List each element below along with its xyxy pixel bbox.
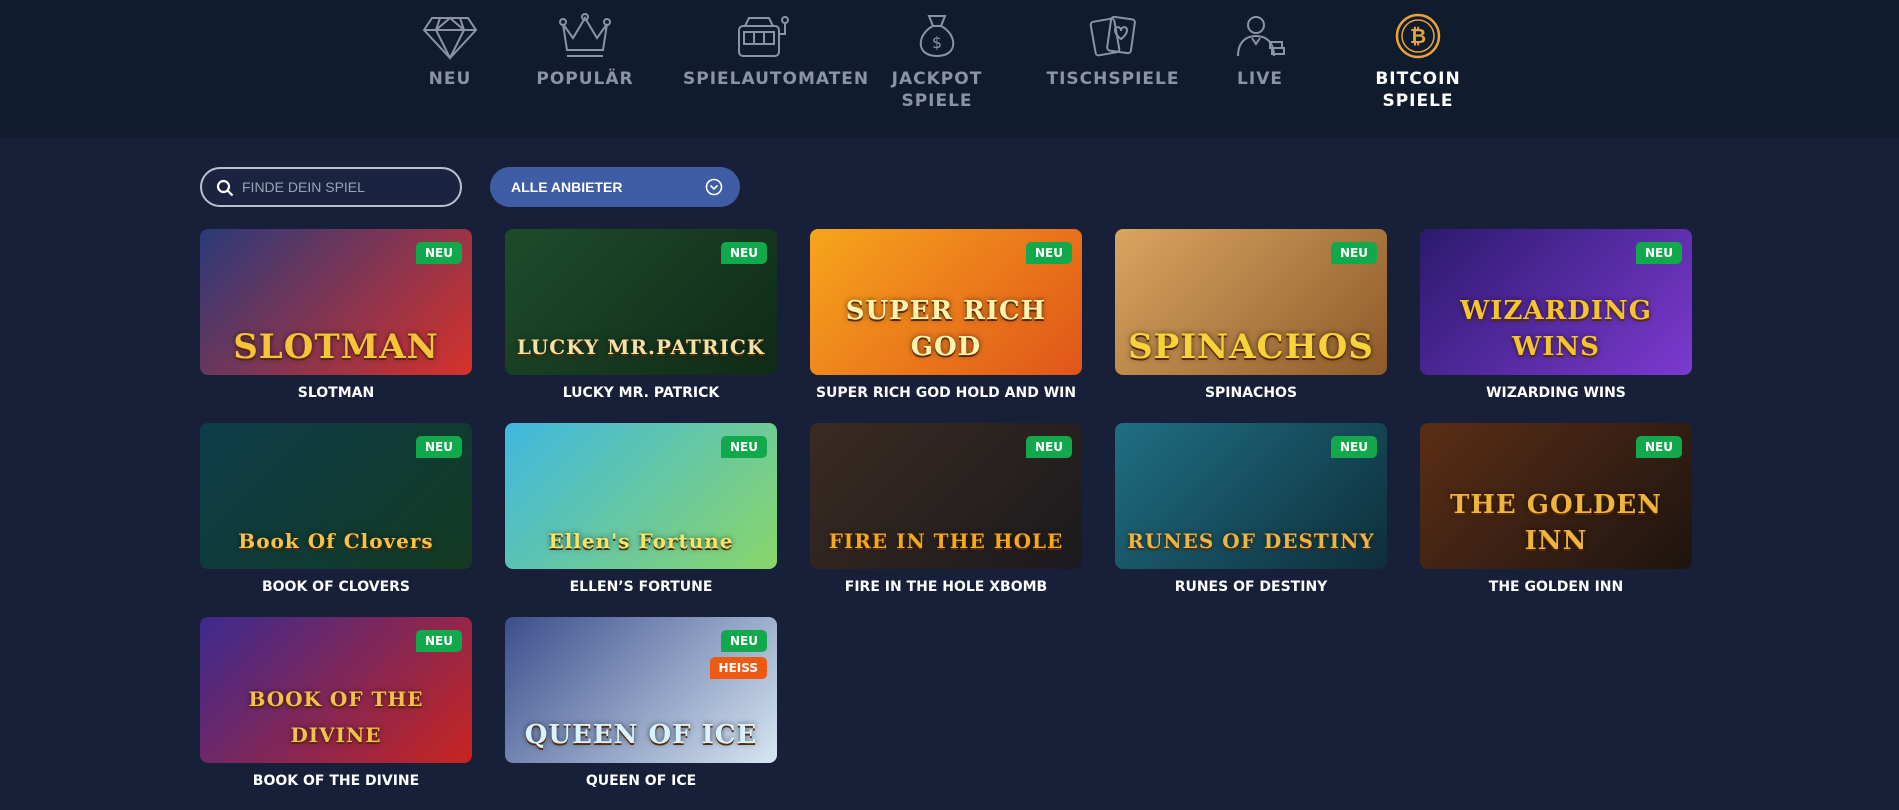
category-nav: NEU POPULÄR SPIELAUTOMATEN $ JACKPOT SPI… xyxy=(0,0,1899,138)
nav-label: POPULÄR xyxy=(536,69,634,89)
nav-item-popular[interactable]: POPULÄR xyxy=(505,12,665,90)
nav-item-live[interactable]: LIVE xyxy=(1180,12,1340,90)
nav-item-slots[interactable]: SPIELAUTOMATEN xyxy=(683,12,870,90)
game-search xyxy=(200,167,462,207)
game-logo-text: FIRE IN THE HOLE xyxy=(828,529,1064,553)
svg-text:$: $ xyxy=(932,33,942,52)
game-title[interactable]: WIZARDING WINS xyxy=(1420,385,1692,401)
game-card[interactable]: LUCKY MR.PATRICK NEU LUCKY MR. PATRICK xyxy=(505,229,777,401)
game-logo-text: RUNES OF DESTINY xyxy=(1127,529,1375,553)
game-thumbnail[interactable]: SUPER RICH GOD NEU xyxy=(810,229,1082,375)
nav-label: TISCHSPIELE xyxy=(1046,69,1180,89)
cards-icon xyxy=(1089,15,1136,57)
search-icon xyxy=(216,179,234,197)
game-thumbnail[interactable]: SPINACHOS NEU xyxy=(1115,229,1387,375)
game-title[interactable]: LUCKY MR. PATRICK xyxy=(505,385,777,401)
search-input[interactable] xyxy=(242,176,442,198)
neu-badge: NEU xyxy=(416,436,462,458)
game-thumbnail[interactable]: Ellen's Fortune NEU xyxy=(505,423,777,569)
game-title[interactable]: QUEEN OF ICE xyxy=(505,773,777,789)
game-title[interactable]: ELLEN’S FORTUNE xyxy=(505,579,777,595)
game-title[interactable]: BOOK OF THE DIVINE xyxy=(200,773,472,789)
game-thumbnail[interactable]: SLOTMAN NEU xyxy=(200,229,472,375)
game-thumbnail[interactable]: BOOK OF THE DIVINE NEU xyxy=(200,617,472,763)
dealer-icon xyxy=(1237,16,1285,57)
game-card[interactable]: THE GOLDEN INN NEU THE GOLDEN INN xyxy=(1420,423,1692,595)
game-card[interactable]: Book Of Clovers NEU BOOK OF CLOVERS xyxy=(200,423,472,595)
game-title[interactable]: THE GOLDEN INN xyxy=(1420,579,1692,595)
game-logo-text: SUPER RICH GOD xyxy=(845,296,1047,362)
neu-badge: NEU xyxy=(1636,242,1682,264)
game-thumbnail[interactable]: LUCKY MR.PATRICK NEU xyxy=(505,229,777,375)
game-card[interactable]: Ellen's Fortune NEU ELLEN’S FORTUNE xyxy=(505,423,777,595)
game-thumbnail[interactable]: Book Of Clovers NEU xyxy=(200,423,472,569)
game-logo-text: Ellen's Fortune xyxy=(548,529,734,553)
neu-badge: NEU xyxy=(721,630,767,652)
heiss-badge: HEISS xyxy=(709,657,767,679)
diamond-icon xyxy=(422,16,478,60)
nav-item-table[interactable]: TISCHSPIELE xyxy=(1033,12,1193,90)
game-thumbnail[interactable]: QUEEN OF ICE NEU HEISS xyxy=(505,617,777,763)
game-title[interactable]: SLOTMAN xyxy=(200,385,472,401)
game-title[interactable]: FIRE IN THE HOLE XBOMB xyxy=(810,579,1082,595)
nav-item-bitcoin[interactable]: ₿ BITCOIN SPIELE xyxy=(1338,12,1498,112)
game-logo-text: LUCKY MR.PATRICK xyxy=(516,335,766,359)
game-card[interactable]: SUPER RICH GOD NEU SUPER RICH GOD HOLD AND… xyxy=(810,229,1082,401)
provider-dropdown[interactable]: ALLE ANBIETER xyxy=(490,167,740,207)
bitcoin-icon: ₿ xyxy=(1395,13,1441,59)
neu-badge: NEU xyxy=(1331,436,1377,458)
nav-label: JACKPOT SPIELE xyxy=(891,69,983,111)
chevron-down-circle-icon xyxy=(705,178,723,196)
nav-label: BITCOIN SPIELE xyxy=(1375,69,1461,111)
svg-text:₿: ₿ xyxy=(1410,24,1426,48)
game-logo-text: WIZARDING WINS xyxy=(1460,296,1652,362)
game-title[interactable]: BOOK OF CLOVERS xyxy=(200,579,472,595)
game-card[interactable]: FIRE IN THE HOLE NEU FIRE IN THE HOLE XBOM… xyxy=(810,423,1082,595)
game-title[interactable]: SUPER RICH GOD HOLD AND WIN xyxy=(810,385,1082,401)
game-title[interactable]: RUNES OF DESTINY xyxy=(1115,579,1387,595)
crown-icon xyxy=(559,13,611,57)
game-thumbnail[interactable]: FIRE IN THE HOLE NEU xyxy=(810,423,1082,569)
nav-item-jackpot[interactable]: $ JACKPOT SPIELE xyxy=(857,12,1017,112)
neu-badge: NEU xyxy=(416,630,462,652)
neu-badge: NEU xyxy=(1331,242,1377,264)
neu-badge: NEU xyxy=(1026,436,1072,458)
neu-badge: NEU xyxy=(1636,436,1682,458)
game-card[interactable]: BOOK OF THE DIVINE NEU BOOK OF THE DIVINE xyxy=(200,617,472,789)
game-logo-text: SPINACHOS xyxy=(1128,327,1374,367)
game-card[interactable]: QUEEN OF ICE NEU HEISS QUEEN OF ICE xyxy=(505,617,777,789)
game-card[interactable]: WIZARDING WINS NEU WIZARDING WINS xyxy=(1420,229,1692,401)
game-thumbnail[interactable]: WIZARDING WINS NEU xyxy=(1420,229,1692,375)
game-title[interactable]: SPINACHOS xyxy=(1115,385,1387,401)
game-logo-text: THE GOLDEN INN xyxy=(1449,490,1663,556)
game-card[interactable]: RUNES OF DESTINY NEU RUNES OF DESTINY xyxy=(1115,423,1387,595)
neu-badge: NEU xyxy=(721,242,767,264)
game-logo-text: BOOK OF THE DIVINE xyxy=(248,687,424,747)
game-card[interactable]: SLOTMAN NEU SLOTMAN xyxy=(200,229,472,401)
neu-badge: NEU xyxy=(416,242,462,264)
game-logo-text: Book Of Clovers xyxy=(238,529,434,553)
neu-badge: NEU xyxy=(1026,242,1072,264)
game-card[interactable]: SPINACHOS NEU SPINACHOS xyxy=(1115,229,1387,401)
nav-label: LIVE xyxy=(1237,69,1283,89)
money-bag-icon: $ xyxy=(919,15,955,58)
provider-dropdown-label: ALLE ANBIETER xyxy=(511,179,623,195)
nav-label: SPIELAUTOMATEN xyxy=(683,69,870,89)
game-logo-text: QUEEN OF ICE xyxy=(524,720,758,750)
game-logo-text: SLOTMAN xyxy=(233,327,439,367)
neu-badge: NEU xyxy=(721,436,767,458)
game-thumbnail[interactable]: THE GOLDEN INN NEU xyxy=(1420,423,1692,569)
game-thumbnail[interactable]: RUNES OF DESTINY NEU xyxy=(1115,423,1387,569)
slot-machine-icon xyxy=(738,16,789,57)
